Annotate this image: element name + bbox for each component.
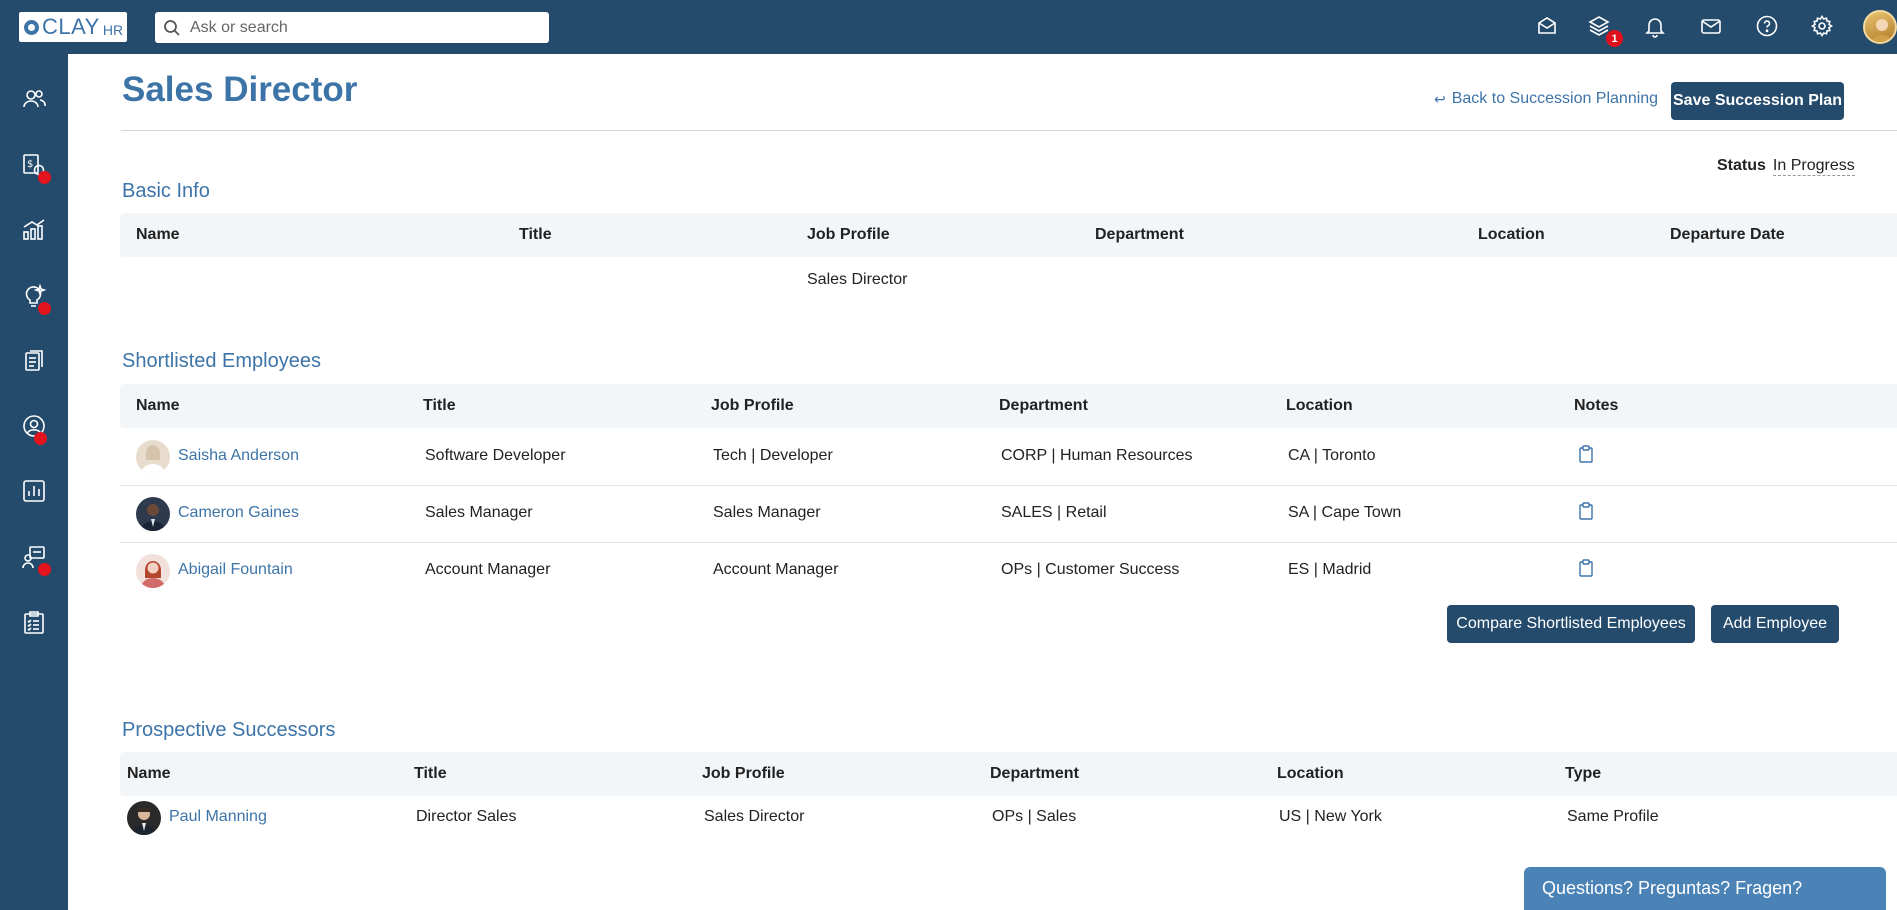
avatar bbox=[136, 497, 170, 531]
mail-icon[interactable] bbox=[1697, 12, 1725, 40]
header-departure-date: Departure Date bbox=[1670, 226, 1785, 243]
employee-location: SA | Cape Town bbox=[1288, 504, 1402, 521]
employee-department: CORP | Human Resources bbox=[1001, 447, 1193, 464]
svg-text:$: $ bbox=[27, 159, 33, 170]
employee-title: Sales Manager bbox=[425, 504, 533, 521]
prospective-header: Name Title Job Profile Department Locati… bbox=[120, 752, 1897, 796]
employee-job-profile: Tech | Developer bbox=[713, 447, 833, 464]
search-input[interactable] bbox=[190, 18, 530, 37]
header-department: Department bbox=[990, 765, 1079, 782]
add-employee-button[interactable]: Add Employee bbox=[1711, 605, 1839, 643]
documents-icon[interactable] bbox=[19, 346, 49, 376]
successor-title: Director Sales bbox=[416, 808, 517, 825]
employee-title: Account Manager bbox=[425, 561, 551, 578]
back-arrow-icon: ↩ bbox=[1434, 90, 1446, 107]
avatar bbox=[127, 801, 161, 835]
analytics-icon[interactable] bbox=[19, 215, 49, 245]
header-title: Title bbox=[423, 397, 456, 414]
basic-job-profile: Sales Director bbox=[807, 271, 908, 288]
header-notes: Notes bbox=[1574, 397, 1619, 414]
successor-location: US | New York bbox=[1279, 808, 1382, 825]
prospective-successors-title: Prospective Successors bbox=[122, 719, 336, 741]
successor-job-profile: Sales Director bbox=[704, 808, 805, 825]
successor-type: Same Profile bbox=[1567, 808, 1659, 825]
page-title: Sales Director bbox=[122, 70, 358, 109]
successor-name-link[interactable]: Paul Manning bbox=[169, 808, 267, 826]
employee-location: ES | Madrid bbox=[1288, 561, 1372, 578]
basic-info-header: Name Title Job Profile Department Locati… bbox=[120, 213, 1897, 257]
notes-clipboard-icon[interactable] bbox=[1576, 558, 1596, 578]
header-location: Location bbox=[1286, 397, 1353, 414]
header-job-profile: Job Profile bbox=[711, 397, 794, 414]
people-icon[interactable] bbox=[19, 84, 49, 114]
employee-job-profile: Sales Manager bbox=[713, 504, 821, 521]
employee-name-link[interactable]: Abigail Fountain bbox=[178, 561, 293, 579]
inbox-icon[interactable] bbox=[1533, 12, 1561, 40]
save-succession-plan-button[interactable]: Save Succession Plan bbox=[1671, 82, 1844, 120]
basic-info-title: Basic Info bbox=[122, 180, 210, 202]
checklist-icon[interactable] bbox=[19, 608, 49, 638]
employee-title: Software Developer bbox=[425, 447, 566, 464]
training-alert-dot bbox=[38, 563, 51, 576]
header-department: Department bbox=[1095, 226, 1184, 243]
reports-icon[interactable] bbox=[19, 476, 49, 506]
employee-department: SALES | Retail bbox=[1001, 504, 1107, 521]
layers-badge: 1 bbox=[1606, 30, 1623, 47]
status-field: Status In Progress bbox=[1717, 157, 1855, 176]
row-divider bbox=[120, 542, 1897, 543]
header-name: Name bbox=[127, 765, 171, 782]
header-name: Name bbox=[136, 397, 180, 414]
header-name: Name bbox=[136, 226, 180, 243]
header-type: Type bbox=[1565, 765, 1602, 782]
sidebar: $ bbox=[0, 54, 68, 910]
employee-location: CA | Toronto bbox=[1288, 447, 1376, 464]
help-icon[interactable] bbox=[1753, 12, 1781, 40]
header-title: Title bbox=[519, 226, 552, 243]
clay-hr-logo[interactable]: CLAY HR bbox=[19, 12, 127, 42]
search-box[interactable] bbox=[155, 12, 549, 43]
settings-icon[interactable] bbox=[1808, 12, 1836, 40]
shortlisted-employees-title: Shortlisted Employees bbox=[122, 350, 321, 372]
status-value[interactable]: In Progress bbox=[1772, 157, 1855, 176]
row-divider bbox=[120, 485, 1897, 486]
employee-job-profile: Account Manager bbox=[713, 561, 839, 578]
search-icon bbox=[164, 19, 180, 36]
bell-icon[interactable] bbox=[1641, 12, 1669, 40]
header-title: Title bbox=[414, 765, 447, 782]
back-link-label: Back to Succession Planning bbox=[1451, 90, 1659, 107]
user-avatar[interactable] bbox=[1863, 10, 1897, 44]
compare-shortlisted-employees-button[interactable]: Compare Shortlisted Employees bbox=[1447, 605, 1695, 643]
status-label: Status bbox=[1717, 157, 1766, 174]
help-chat-button[interactable]: Questions? Preguntas? Fragen? bbox=[1524, 867, 1886, 910]
header-job-profile: Job Profile bbox=[807, 226, 890, 243]
header-location: Location bbox=[1478, 226, 1545, 243]
logo-sub: HR bbox=[102, 22, 124, 38]
ideas-alert-dot bbox=[38, 302, 51, 315]
notes-clipboard-icon[interactable] bbox=[1576, 501, 1596, 521]
main-content: Sales Director ↩ Back to Succession Plan… bbox=[68, 54, 1897, 910]
employee-department: OPs | Customer Success bbox=[1001, 561, 1180, 578]
employee-name-link[interactable]: Cameron Gaines bbox=[178, 504, 299, 522]
back-to-succession-planning-link[interactable]: ↩ Back to Succession Planning bbox=[1434, 90, 1658, 108]
avatar bbox=[136, 440, 170, 474]
logo-text: CLAY bbox=[42, 14, 100, 39]
header-job-profile: Job Profile bbox=[702, 765, 785, 782]
successor-department: OPs | Sales bbox=[992, 808, 1077, 825]
title-divider bbox=[121, 130, 1897, 131]
avatar bbox=[136, 554, 170, 588]
shortlisted-header: Name Title Job Profile Department Locati… bbox=[120, 384, 1897, 428]
header-department: Department bbox=[999, 397, 1088, 414]
notes-clipboard-icon[interactable] bbox=[1576, 444, 1596, 464]
header-location: Location bbox=[1277, 765, 1344, 782]
profile-alert-dot bbox=[34, 432, 47, 445]
logo-mark-icon bbox=[24, 19, 39, 35]
compensation-alert-dot bbox=[38, 171, 51, 184]
top-bar: CLAY HR 1 bbox=[0, 0, 1897, 54]
employee-name-link[interactable]: Saisha Anderson bbox=[178, 447, 299, 465]
